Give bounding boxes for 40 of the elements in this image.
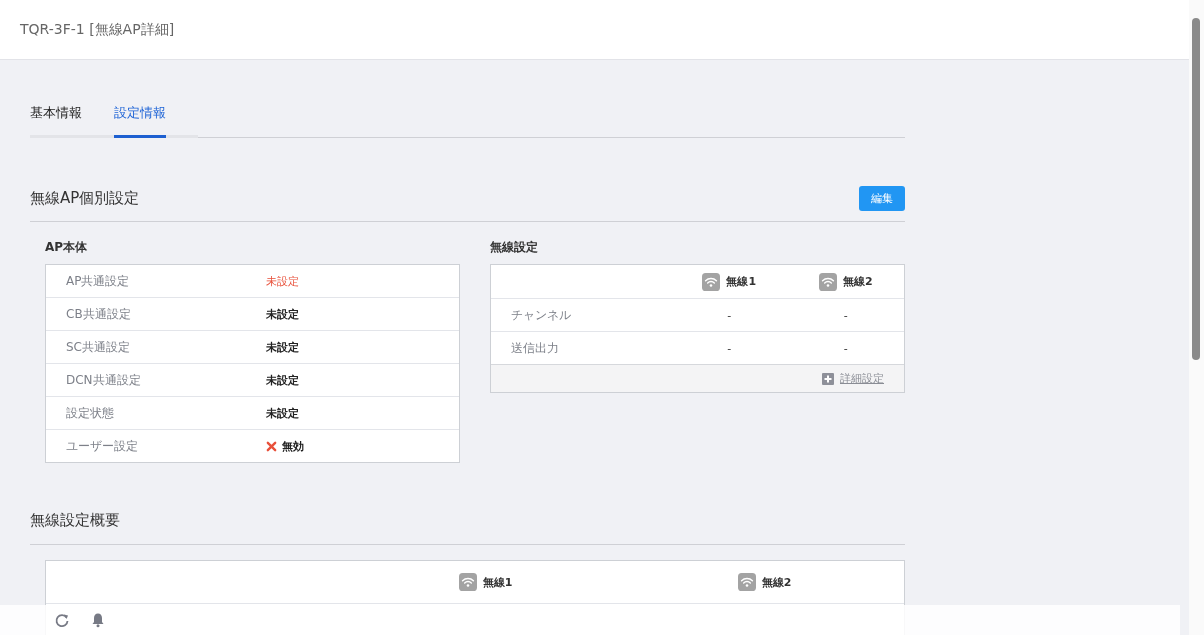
section-title: 無線設定概要 bbox=[30, 511, 120, 530]
row-label: ユーザー設定 bbox=[65, 437, 139, 455]
row-value: 未設定 bbox=[266, 306, 299, 322]
column-header: 無線2 bbox=[761, 574, 792, 590]
row-label: SC共通設定 bbox=[65, 338, 131, 356]
detail-settings-link[interactable]: 詳細設定 bbox=[840, 371, 884, 386]
table-cell: - bbox=[843, 341, 848, 355]
row-value: 未設定 bbox=[266, 273, 299, 289]
column-header: 無線2 bbox=[842, 274, 873, 289]
table-cell: - bbox=[727, 341, 732, 355]
column-header: 無線1 bbox=[482, 574, 513, 590]
plus-icon bbox=[822, 372, 834, 385]
table-cell: - bbox=[727, 308, 732, 322]
subsection-title: AP本体 bbox=[45, 239, 89, 256]
row-value: 無効 bbox=[282, 438, 304, 454]
edit-button[interactable]: 編集 bbox=[859, 186, 905, 211]
row-value: 未設定 bbox=[266, 405, 299, 421]
row-value: 未設定 bbox=[266, 372, 299, 388]
subsection-title: 無線設定 bbox=[490, 239, 539, 256]
row-label: チャンネル bbox=[510, 306, 572, 324]
row-label: AP共通設定 bbox=[65, 272, 131, 290]
row-label: 設定状態 bbox=[65, 404, 115, 422]
scrollbar-thumb[interactable] bbox=[1192, 18, 1200, 360]
window-title: TQR-3F-1 [無線AP詳細] bbox=[20, 20, 175, 39]
wifi-icon bbox=[458, 573, 477, 591]
wifi-icon bbox=[818, 272, 837, 291]
wifi-icon bbox=[702, 272, 721, 291]
column-header: 無線1 bbox=[726, 274, 757, 289]
cross-icon bbox=[266, 440, 277, 452]
section-title: 無線AP個別設定 bbox=[30, 189, 140, 208]
wifi-icon bbox=[737, 573, 756, 591]
row-label: DCN共通設定 bbox=[65, 371, 142, 389]
refresh-icon[interactable] bbox=[54, 612, 70, 628]
row-value: 未設定 bbox=[266, 339, 299, 355]
bell-icon[interactable] bbox=[90, 612, 106, 628]
tab[interactable]: 基本情報 bbox=[30, 100, 82, 138]
row-label: 送信出力 bbox=[510, 339, 560, 357]
row-label: CB共通設定 bbox=[65, 305, 132, 323]
table-cell: - bbox=[843, 308, 848, 322]
tab[interactable]: 設定情報 bbox=[114, 100, 166, 138]
